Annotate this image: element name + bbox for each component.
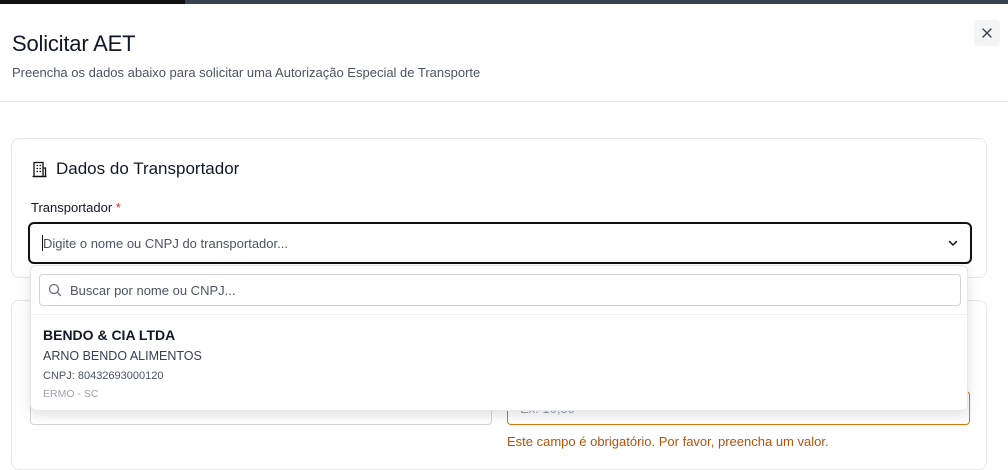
search-icon — [48, 283, 62, 297]
dialog-subtitle: Preencha os dados abaixo para solicitar … — [12, 65, 481, 80]
transportador-label: Transportador * — [31, 200, 121, 215]
result-trade-name: ARNO BENDO ALIMENTOS — [43, 349, 202, 363]
field-error-message: Este campo é obrigatório. Por favor, pre… — [507, 434, 829, 449]
section-title: Dados do Transportador — [56, 159, 240, 178]
dialog-header: Solicitar AET Preencha os dados abaixo p… — [0, 4, 1008, 102]
result-cnpj: CNPJ: 80432693000120 — [43, 370, 164, 382]
transportador-label-text: Transportador — [31, 200, 113, 215]
required-mark: * — [115, 200, 121, 215]
dialog-title: Solicitar AET — [12, 31, 136, 56]
close-icon — [982, 28, 992, 38]
combobox-placeholder: Digite o nome ou CNPJ do transportador..… — [43, 235, 288, 251]
transportador-combobox[interactable]: Digite o nome ou CNPJ do transportador..… — [28, 222, 972, 264]
dropdown-divider — [31, 314, 967, 315]
close-button[interactable] — [974, 20, 1000, 46]
transportador-section-card: Dados do Transportador Transportador * D… — [11, 138, 987, 278]
chevron-down-icon[interactable] — [946, 236, 960, 250]
transportador-dropdown: Buscar por nome ou CNPJ... BENDO & CIA L… — [30, 265, 968, 411]
result-name: BENDO & CIA LTDA — [43, 327, 176, 343]
dropdown-search-input[interactable]: Buscar por nome ou CNPJ... — [39, 274, 961, 306]
search-placeholder: Buscar por nome ou CNPJ... — [70, 282, 236, 298]
list-item[interactable]: BENDO & CIA LTDA ARNO BENDO ALIMENTOS CN… — [31, 316, 967, 408]
section-header: Dados do Transportador — [31, 159, 239, 179]
building-icon — [32, 161, 47, 177]
result-location: ERMO - SC — [43, 388, 99, 400]
